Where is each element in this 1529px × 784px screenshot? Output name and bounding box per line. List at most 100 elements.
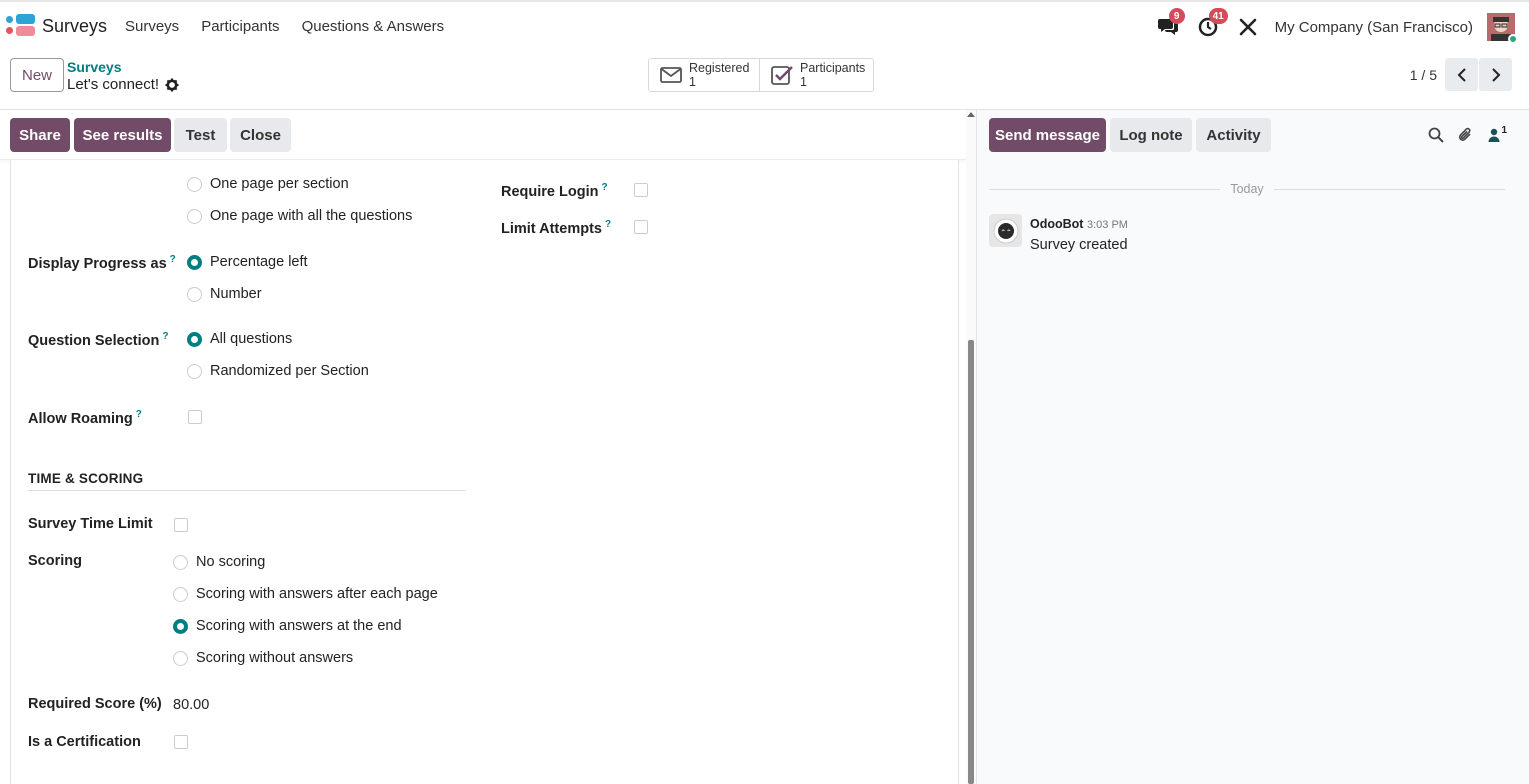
required-score-label: Required Score (%)	[28, 696, 162, 712]
layout-option-one-page[interactable]: One page with all the questions	[187, 208, 412, 224]
tools-icon	[1239, 18, 1256, 36]
menu-item-surveys[interactable]: Surveys	[125, 18, 179, 35]
pager-next-button[interactable]	[1479, 58, 1512, 91]
scoring-option-none[interactable]: No scoring	[173, 554, 265, 570]
menu-item-questions-answers[interactable]: Questions & Answers	[302, 18, 445, 35]
see-results-button[interactable]: See results	[74, 118, 171, 152]
online-status-dot	[1508, 34, 1518, 44]
survey-time-limit-label: Survey Time Limit	[28, 516, 153, 532]
user-avatar[interactable]	[1487, 13, 1518, 44]
scrollbar-thumb[interactable]	[968, 340, 974, 784]
radio-button[interactable]	[187, 363, 202, 379]
company-switcher[interactable]: My Company (San Francisco)	[1275, 19, 1473, 36]
help-tooltip-icon[interactable]: ?	[136, 409, 142, 420]
progress-option-number[interactable]: Number	[187, 286, 262, 302]
selection-option-randomized[interactable]: Randomized per Section	[187, 363, 369, 379]
participants-smart-button[interactable]: Participants 1	[759, 58, 874, 92]
registered-value: 1	[689, 75, 696, 89]
radio-button[interactable]	[173, 650, 188, 666]
radio-button[interactable]	[187, 208, 202, 224]
chatter-panel: Send message Log note Activity 1 Today O…	[976, 110, 1529, 784]
systray: 9 41 My Company (San Francisco)	[1141, 8, 1518, 44]
display-progress-label: Display Progress as?	[28, 254, 176, 272]
scoring-option-each-page[interactable]: Scoring with answers after each page	[173, 586, 438, 602]
scroll-up-arrow-icon[interactable]	[967, 112, 975, 117]
check-square-icon	[771, 66, 793, 85]
scoring-label: Scoring	[28, 553, 82, 569]
help-tooltip-icon[interactable]: ?	[162, 331, 168, 342]
messages-count-badge: 9	[1168, 8, 1185, 24]
messaging-menu[interactable]: 9	[1155, 8, 1185, 40]
registered-label: Registered	[689, 61, 750, 75]
message-time: 3:03 PM	[1087, 219, 1128, 231]
form-statusbar: Share See results Test Close	[0, 110, 966, 160]
date-separator: Today	[989, 182, 1506, 196]
followers-button[interactable]: 1	[1488, 125, 1507, 142]
main-menu: Surveys Participants Questions & Answers	[125, 18, 444, 35]
progress-option-percentage[interactable]: Percentage left	[187, 254, 308, 270]
menu-item-participants[interactable]: Participants	[201, 18, 279, 35]
radio-button-checked[interactable]	[187, 254, 202, 270]
time-scoring-section-title: TIME & SCORING	[28, 471, 466, 491]
participants-value: 1	[800, 75, 807, 89]
is-certification-label: Is a Certification	[28, 734, 141, 750]
question-selection-label: Question Selection?	[28, 331, 169, 349]
require-login-label: Require Login?	[501, 182, 608, 200]
require-login-checkbox[interactable]	[634, 183, 648, 197]
chatter-tools: 1	[1428, 125, 1507, 144]
participants-label: Participants	[800, 61, 866, 75]
layout-option-page-per-section[interactable]: One page per section	[187, 176, 349, 192]
chevron-right-icon	[1491, 67, 1500, 82]
odoobot-avatar[interactable]	[989, 214, 1022, 247]
radio-button[interactable]	[173, 554, 188, 570]
radio-button[interactable]	[173, 586, 188, 602]
survey-time-limit-checkbox[interactable]	[174, 518, 188, 532]
scoring-option-without-answers[interactable]: Scoring without answers	[173, 650, 353, 666]
message-author[interactable]: OdooBot	[1030, 217, 1083, 231]
form-sheet: One page per section One page with all t…	[10, 160, 959, 784]
debug-tools[interactable]	[1235, 14, 1261, 40]
envelope-icon	[660, 67, 682, 83]
allow-roaming-checkbox[interactable]	[188, 410, 202, 424]
form-scrollbar[interactable]	[966, 110, 976, 784]
pager-value[interactable]: 1 / 5	[1410, 67, 1437, 83]
breadcrumb-surveys[interactable]: Surveys	[67, 59, 121, 75]
chevron-left-icon	[1457, 67, 1466, 82]
test-button[interactable]: Test	[174, 118, 227, 152]
send-message-button[interactable]: Send message	[989, 118, 1106, 152]
new-button[interactable]: New	[10, 58, 64, 92]
app-name[interactable]: Surveys	[42, 16, 107, 37]
radio-button-checked[interactable]	[173, 618, 188, 634]
selection-option-all[interactable]: All questions	[187, 331, 292, 347]
allow-roaming-label: Allow Roaming?	[28, 409, 142, 427]
top-navbar: Surveys Surveys Participants Questions &…	[0, 0, 1529, 50]
control-panel: New Surveys Let's connect! Registered 1 …	[0, 50, 1529, 110]
registered-smart-button[interactable]: Registered 1	[648, 58, 760, 92]
help-tooltip-icon[interactable]: ?	[170, 254, 176, 265]
date-separator-label: Today	[1230, 182, 1264, 196]
message-body: Survey created	[1030, 237, 1128, 253]
pager-previous-button[interactable]	[1445, 58, 1478, 91]
record-name: Let's connect!	[67, 76, 160, 93]
radio-button[interactable]	[187, 286, 202, 302]
radio-button-checked[interactable]	[187, 331, 202, 347]
limit-attempts-checkbox[interactable]	[634, 220, 648, 234]
is-certification-checkbox[interactable]	[174, 735, 188, 749]
limit-attempts-label: Limit Attempts?	[501, 219, 612, 237]
gear-icon[interactable]	[165, 78, 179, 92]
required-score-input[interactable]: 80.00	[173, 697, 209, 713]
paperclip-icon[interactable]	[1458, 126, 1474, 144]
help-tooltip-icon[interactable]: ?	[605, 219, 611, 230]
help-tooltip-icon[interactable]: ?	[601, 182, 607, 193]
close-button[interactable]: Close	[230, 118, 291, 152]
activities-count-badge: 41	[1208, 8, 1228, 24]
search-icon[interactable]	[1428, 127, 1445, 143]
activity-menu[interactable]: 41	[1195, 8, 1228, 40]
activity-button[interactable]: Activity	[1196, 118, 1271, 152]
app-logo-icon[interactable]	[6, 14, 36, 38]
share-button[interactable]: Share	[10, 118, 70, 152]
scoring-option-at-end[interactable]: Scoring with answers at the end	[173, 618, 402, 634]
user-icon	[1488, 128, 1500, 142]
radio-button[interactable]	[187, 176, 202, 192]
log-note-button[interactable]: Log note	[1110, 118, 1192, 152]
